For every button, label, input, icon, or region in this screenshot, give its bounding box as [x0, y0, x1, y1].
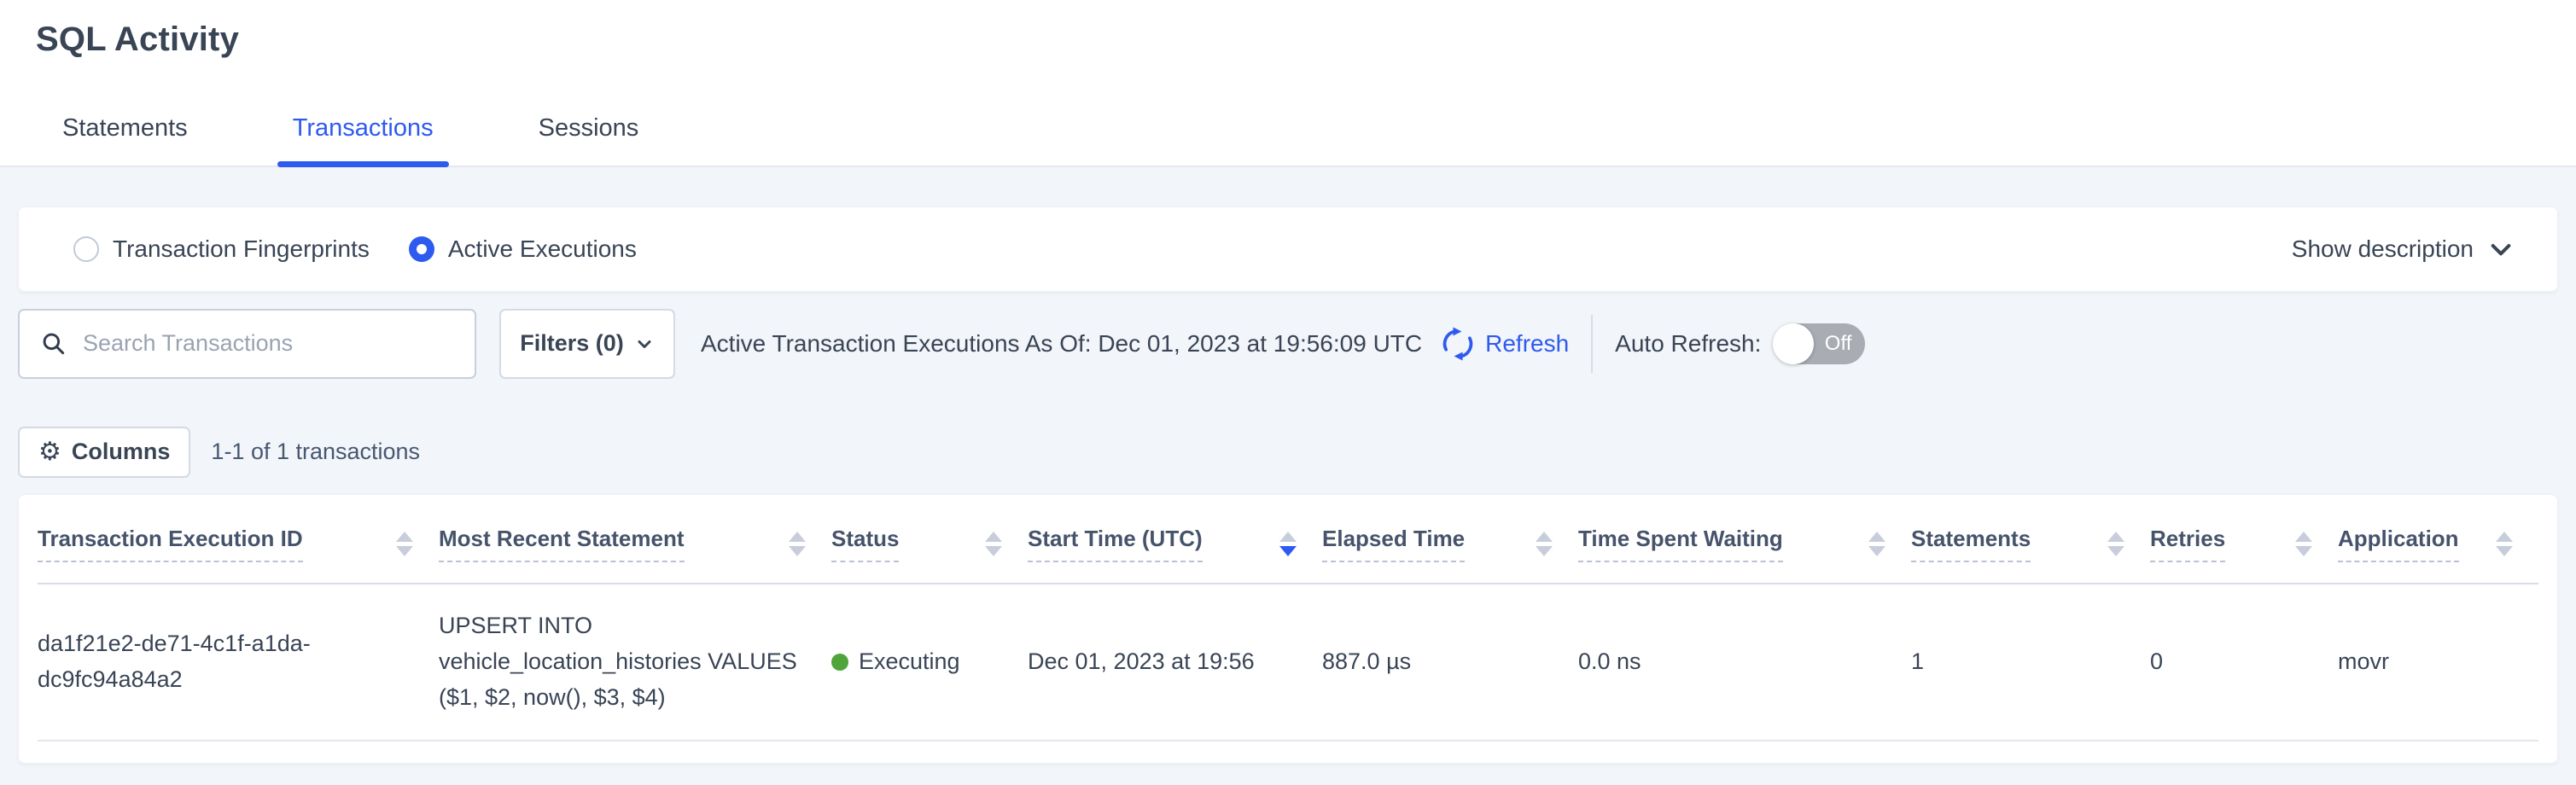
- cell-statements: 1: [1911, 584, 2150, 741]
- status-label: Executing: [859, 644, 960, 680]
- controls-row: Filters (0) Active Transaction Execution…: [18, 309, 2558, 379]
- show-description-toggle[interactable]: Show description: [2292, 236, 2515, 263]
- vertical-divider: [1591, 315, 1593, 373]
- page-header: SQL Activity Statements Transactions Ses…: [0, 0, 2576, 167]
- show-description-label: Show description: [2292, 236, 2474, 263]
- radio-transaction-fingerprints[interactable]: Transaction Fingerprints: [73, 236, 370, 263]
- table-header-row: Transaction Execution ID Most Recent Sta…: [38, 495, 2538, 584]
- radio-label: Active Executions: [448, 236, 637, 263]
- search-input[interactable]: [83, 330, 458, 357]
- refresh-label: Refresh: [1485, 330, 1569, 358]
- columns-button[interactable]: ⚙ Columns: [18, 427, 190, 478]
- auto-refresh-toggle[interactable]: Off: [1775, 323, 1865, 364]
- radio-label: Transaction Fingerprints: [113, 236, 370, 263]
- cell-status: Executing: [831, 584, 1028, 741]
- refresh-button[interactable]: Refresh: [1441, 327, 1569, 361]
- radio-selected-icon[interactable]: [409, 236, 434, 262]
- gear-icon: ⚙: [38, 439, 61, 465]
- cell-start-time: Dec 01, 2023 at 19:56: [1028, 584, 1322, 741]
- tab-statements[interactable]: Statements: [62, 115, 188, 166]
- sort-arrows-icon[interactable]: [2295, 532, 2312, 556]
- transactions-table-card: Transaction Execution ID Most Recent Sta…: [18, 494, 2558, 764]
- cell-application: movr: [2338, 584, 2538, 741]
- cell-retries: 0: [2150, 584, 2338, 741]
- col-header-statements[interactable]: Statements: [1911, 495, 2150, 584]
- table-row: da1f21e2-de71-4c1f-a1da-dc9fc94a84a2 UPS…: [38, 584, 2538, 741]
- cell-elapsed-time: 887.0 µs: [1322, 584, 1578, 741]
- toggle-knob[interactable]: [1773, 323, 1814, 364]
- col-header-retries[interactable]: Retries: [2150, 495, 2338, 584]
- auto-refresh-control: Auto Refresh: Off: [1615, 323, 1865, 364]
- search-box[interactable]: [18, 309, 476, 379]
- tab-sessions[interactable]: Sessions: [539, 115, 639, 166]
- results-bar: ⚙ Columns 1-1 of 1 transactions: [18, 427, 2558, 478]
- page-title: SQL Activity: [36, 20, 2576, 59]
- col-header-most-recent-statement[interactable]: Most Recent Statement: [439, 495, 831, 584]
- auto-refresh-label: Auto Refresh:: [1615, 330, 1761, 358]
- col-header-status[interactable]: Status: [831, 495, 1028, 584]
- sort-arrows-icon[interactable]: [1536, 532, 1553, 556]
- refresh-icon: [1441, 327, 1475, 361]
- cell-most-recent-statement[interactable]: UPSERT INTO vehicle_location_histories V…: [439, 584, 831, 741]
- view-mode-card: Transaction Fingerprints Active Executio…: [18, 206, 2558, 292]
- toggle-state-label: Off: [1825, 332, 1852, 356]
- radio-unselected-icon[interactable]: [73, 236, 99, 262]
- filters-button[interactable]: Filters (0): [499, 309, 675, 379]
- status-executing-dot-icon: [831, 654, 848, 671]
- transactions-table: Transaction Execution ID Most Recent Sta…: [38, 495, 2538, 741]
- col-header-elapsed-time[interactable]: Elapsed Time: [1322, 495, 1578, 584]
- sort-arrows-icon[interactable]: [985, 532, 1002, 556]
- columns-button-label: Columns: [72, 439, 171, 465]
- tab-bar: Statements Transactions Sessions: [0, 115, 2576, 167]
- filters-button-label: Filters (0): [520, 330, 624, 357]
- cell-transaction-execution-id[interactable]: da1f21e2-de71-4c1f-a1da-dc9fc94a84a2: [38, 584, 439, 741]
- col-header-transaction-execution-id[interactable]: Transaction Execution ID: [38, 495, 439, 584]
- radio-active-executions[interactable]: Active Executions: [409, 236, 637, 263]
- col-header-time-spent-waiting[interactable]: Time Spent Waiting: [1578, 495, 1911, 584]
- chevron-down-icon: [634, 334, 655, 354]
- sort-arrows-icon[interactable]: [2107, 532, 2124, 556]
- search-icon: [40, 330, 67, 358]
- sort-arrows-icon[interactable]: [1868, 532, 1885, 556]
- result-count: 1-1 of 1 transactions: [211, 439, 420, 465]
- chevron-down-icon: [2487, 236, 2515, 263]
- col-header-application[interactable]: Application: [2338, 495, 2538, 584]
- cell-time-spent-waiting: 0.0 ns: [1578, 584, 1911, 741]
- sort-arrows-icon[interactable]: [396, 532, 413, 556]
- as-of-timestamp: Active Transaction Executions As Of: Dec…: [701, 330, 1422, 358]
- main-content: Transaction Fingerprints Active Executio…: [0, 167, 2576, 764]
- sort-arrows-icon[interactable]: [789, 532, 806, 556]
- col-header-start-time[interactable]: Start Time (UTC): [1028, 495, 1322, 584]
- tab-transactions[interactable]: Transactions: [293, 115, 434, 166]
- sort-arrows-icon[interactable]: [2496, 532, 2513, 556]
- sort-arrows-icon-active-desc[interactable]: [1279, 532, 1297, 556]
